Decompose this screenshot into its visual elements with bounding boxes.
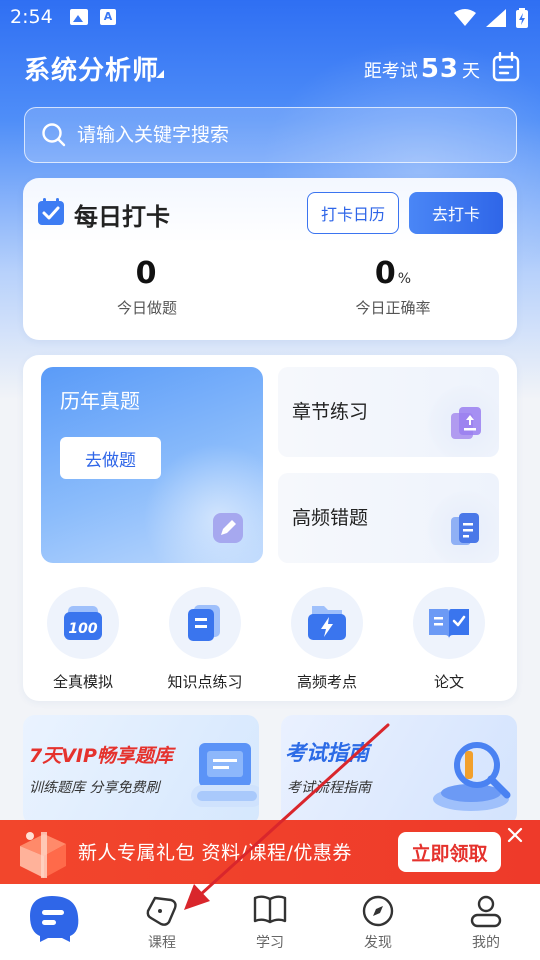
- tab-profile[interactable]: 我的: [432, 884, 540, 960]
- newcomer-gift-bar: 新人专属礼包 资料/课程/优惠券 立即领取: [0, 820, 540, 884]
- stat-label: 今日正确率: [355, 299, 431, 317]
- tab-home[interactable]: [0, 884, 108, 960]
- checkin-button[interactable]: 去打卡: [409, 192, 503, 234]
- status-time: 2:54: [10, 6, 53, 28]
- lightning-folder-icon: [308, 606, 346, 640]
- search-icon: [42, 123, 66, 147]
- course-icon: [146, 896, 177, 926]
- start-practice-button[interactable]: 去做题: [60, 437, 161, 479]
- quick-item-label: 论文: [433, 673, 464, 691]
- claim-gift-button[interactable]: 立即领取: [398, 832, 501, 872]
- status-bar: 2:54 A: [0, 0, 540, 36]
- calendar-icon[interactable]: [492, 52, 520, 82]
- tab-discover[interactable]: 发现: [324, 884, 432, 960]
- quick-item-full-mock[interactable]: 100 全真模拟: [28, 587, 138, 692]
- exam-switch-caret-icon[interactable]: [156, 70, 164, 78]
- magnifier-illustration-icon: [433, 742, 511, 811]
- quick-item-label: 高频考点: [296, 673, 357, 691]
- wifi-icon: [454, 9, 476, 26]
- chapter-practice-tile[interactable]: 章节练习: [278, 367, 499, 457]
- exam-title[interactable]: 系统分析师: [24, 50, 159, 87]
- score-100-icon: 100: [64, 606, 102, 640]
- notification-icons: A: [70, 9, 116, 25]
- document-upload-icon: [451, 407, 481, 439]
- stat-value: 0: [135, 256, 157, 291]
- daily-checkin-card: 每日打卡 打卡日历 去打卡 0 今日做题 0% 今日正确率: [23, 178, 517, 340]
- quick-item-label: 全真模拟: [52, 673, 113, 691]
- quick-item-knowledge-points[interactable]: 知识点练习: [150, 587, 260, 692]
- practice-card: 历年真题 去做题 章节练习 高频错题 100 全真模拟 知识点练习 高频考点 论…: [23, 355, 517, 701]
- document-list-icon: [188, 605, 220, 641]
- home-icon: [30, 896, 79, 942]
- question-bank-illustration-icon: [191, 743, 259, 807]
- tab-label: 发现: [364, 935, 392, 951]
- profile-icon: [470, 895, 502, 928]
- search-bar[interactable]: [24, 107, 517, 163]
- tab-label: 学习: [256, 935, 284, 951]
- svg-text:100: 100: [68, 621, 97, 637]
- tab-courses[interactable]: 课程: [108, 884, 216, 960]
- checkin-title: 每日打卡: [74, 203, 170, 231]
- vip-banner-title: 7天VIP畅享题库: [29, 745, 173, 767]
- edit-pen-icon: [213, 513, 243, 543]
- stat-label: 今日做题: [116, 299, 177, 317]
- document-stack-icon: [451, 513, 479, 545]
- system-icons: [454, 8, 528, 28]
- a-notification-icon: A: [100, 9, 116, 25]
- countdown-prefix: 距考试: [363, 61, 418, 82]
- guide-banner-title: 考试指南: [285, 741, 369, 765]
- top-header: 系统分析师 距考试 53 天: [24, 48, 520, 88]
- tab-study[interactable]: 学习: [216, 884, 324, 960]
- frequent-mistakes-title: 高频错题: [292, 507, 369, 529]
- quick-item-key-topics[interactable]: 高频考点: [272, 587, 382, 692]
- quick-item-thesis[interactable]: 论文: [394, 587, 504, 692]
- quick-item-label: 知识点练习: [167, 673, 243, 691]
- stat-today-questions: 0 今日做题: [47, 256, 247, 318]
- compass-icon: [362, 895, 394, 927]
- signal-icon: [486, 9, 506, 27]
- gift-text: 新人专属礼包 资料/课程/优惠券: [78, 842, 352, 864]
- exam-countdown: 距考试 53 天: [364, 54, 480, 84]
- tab-label: 课程: [148, 935, 176, 951]
- checkin-calendar-button[interactable]: 打卡日历: [307, 192, 399, 234]
- quick-access-row: 100 全真模拟 知识点练习 高频考点 论文: [23, 587, 517, 691]
- battery-icon: [516, 8, 528, 28]
- stat-value: 0: [374, 256, 396, 291]
- chapter-practice-title: 章节练习: [292, 401, 369, 423]
- close-icon[interactable]: [506, 826, 524, 844]
- open-book-icon: [429, 609, 469, 639]
- book-icon: [253, 895, 287, 924]
- image-notification-icon: [70, 9, 88, 25]
- vip-banner-subtitle: 训练题库 分享免费刷: [29, 780, 160, 796]
- frequent-mistakes-tile[interactable]: 高频错题: [278, 473, 499, 563]
- exam-guide-banner[interactable]: 考试指南 考试流程指南: [281, 715, 517, 825]
- tab-label: 我的: [472, 935, 500, 951]
- gift-box-icon: [20, 832, 66, 878]
- past-papers-tile[interactable]: 历年真题 去做题: [41, 367, 263, 563]
- stat-unit: %: [397, 271, 412, 287]
- checkin-calendar-icon: [38, 198, 64, 225]
- vip-promo-banner[interactable]: 7天VIP畅享题库 训练题库 分享免费刷: [23, 715, 259, 825]
- stat-today-accuracy: 0% 今日正确率: [293, 256, 493, 318]
- countdown-suffix: 天: [462, 61, 480, 82]
- countdown-days: 53: [420, 54, 459, 84]
- search-input[interactable]: [77, 120, 497, 150]
- guide-banner-subtitle: 考试流程指南: [287, 780, 371, 796]
- bottom-tab-bar: 课程 学习 发现 我的: [0, 884, 540, 960]
- past-papers-title: 历年真题: [60, 389, 140, 413]
